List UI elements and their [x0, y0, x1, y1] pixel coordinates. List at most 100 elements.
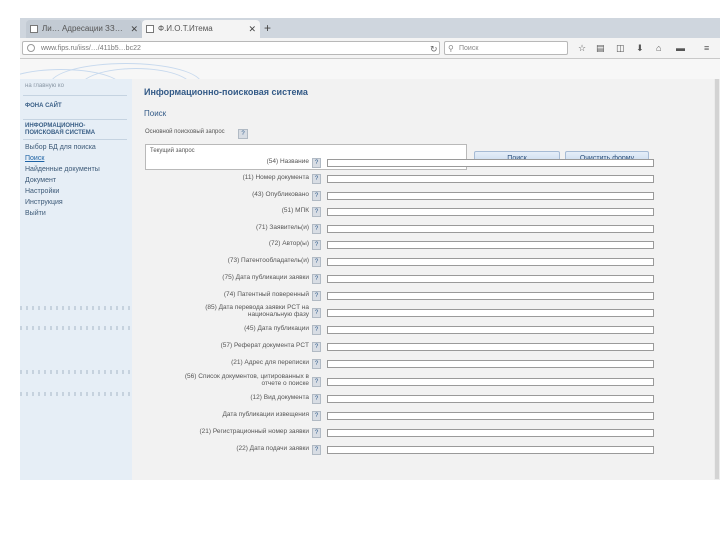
help-icon[interactable]: ? — [312, 191, 321, 201]
field-input[interactable] — [327, 309, 654, 317]
sidebar-section-ips-line1[interactable]: ИНФОРМАЦИОННО- — [25, 123, 85, 130]
scrollbar[interactable] — [714, 79, 720, 480]
tab-strip: Ли… Адресации ЗЗ… ✕ Ф.И.О.Т.Итема ✕ + — [20, 18, 720, 38]
decorative-dots — [20, 326, 132, 330]
help-icon[interactable]: ? — [312, 411, 321, 421]
sidebar-section-ips-line2[interactable]: ПОИСКОВАЯ СИСТЕМА — [25, 130, 95, 137]
field-label: (73) Патентообладатель(и) — [228, 257, 309, 264]
page-title: Информационно-поисковая система — [144, 87, 308, 97]
field-input[interactable] — [327, 241, 654, 249]
field-input[interactable] — [327, 275, 654, 283]
help-icon[interactable]: ? — [312, 257, 321, 267]
field-label: отчете о поиске — [261, 380, 309, 387]
help-icon[interactable]: ? — [312, 445, 321, 455]
sidebar-item-search[interactable]: Поиск — [25, 154, 44, 163]
pocket-icon[interactable]: ◫ — [616, 42, 625, 54]
home-link[interactable]: на главную ко — [25, 83, 64, 89]
navigation-bar: www.fips.ru/iiss/…/411b5…bc22 ↻ ⚲ Поиск … — [20, 38, 720, 59]
help-icon[interactable]: ? — [312, 308, 321, 318]
url-text: www.fips.ru/iiss/…/411b5…bc22 — [41, 45, 141, 52]
field-input[interactable] — [327, 258, 654, 266]
field-input[interactable] — [327, 175, 654, 183]
field-input[interactable] — [327, 446, 654, 454]
sidebar-item-logout[interactable]: Выйти — [25, 209, 46, 218]
tab-label: Ли… Адресации ЗЗ… — [42, 24, 123, 33]
scrollbar-thumb[interactable] — [715, 79, 719, 479]
field-label: (57) Реферат документа PCT — [221, 342, 309, 349]
plus-icon[interactable]: + — [264, 19, 271, 37]
help-icon[interactable]: ? — [312, 428, 321, 438]
download-icon[interactable]: ⬇ — [636, 42, 644, 54]
field-input[interactable] — [327, 378, 654, 386]
decorative-dots — [20, 306, 132, 310]
divider — [23, 139, 127, 140]
help-icon[interactable]: ? — [312, 274, 321, 284]
search-icon: ⚲ — [448, 42, 454, 56]
decorative-dots — [20, 370, 132, 374]
field-input[interactable] — [327, 159, 654, 167]
field-label: (43) Опубликовано — [252, 191, 309, 198]
field-label: (21) Адрес для переписки — [231, 359, 309, 366]
field-label: (51) МПК — [282, 207, 309, 214]
url-bar[interactable]: www.fips.ru/iiss/…/411b5…bc22 ↻ — [22, 41, 440, 55]
help-icon[interactable]: ? — [312, 325, 321, 335]
field-label: (11) Номер документа — [243, 174, 309, 181]
sidebar-item-document[interactable]: Документ — [25, 176, 56, 185]
field-input[interactable] — [327, 208, 654, 216]
field-input[interactable] — [327, 412, 654, 420]
site-banner — [20, 59, 720, 79]
field-input[interactable] — [327, 225, 654, 233]
field-input[interactable] — [327, 343, 654, 351]
chat-icon[interactable]: ▬ — [676, 42, 685, 54]
search-placeholder: Поиск — [459, 45, 478, 52]
help-icon[interactable]: ? — [312, 377, 321, 387]
page-icon — [30, 25, 38, 33]
field-label: (54) Название — [267, 158, 309, 165]
page-subtitle: Поиск — [144, 109, 166, 118]
field-label: (45) Дата публикации — [244, 325, 309, 332]
help-icon[interactable]: ? — [312, 174, 321, 184]
sidebar-section-site[interactable]: ФОНА САЙТ — [25, 103, 62, 110]
sidebar-item-select-db[interactable]: Выбор БД для поиска — [25, 143, 96, 152]
field-input[interactable] — [327, 326, 654, 334]
field-label: национальную фазу — [248, 311, 309, 318]
info-icon[interactable] — [27, 44, 35, 52]
field-label: (74) Патентный поверенный — [224, 291, 309, 298]
field-label: (21) Регистрационный номер заявки — [200, 428, 310, 435]
help-icon[interactable]: ? — [312, 207, 321, 217]
help-icon[interactable]: ? — [312, 158, 321, 168]
help-icon[interactable]: ? — [238, 129, 248, 139]
field-label: (85) Дата перевода заявки PCT на — [205, 304, 309, 311]
search-input[interactable]: ⚲ Поиск — [444, 41, 568, 55]
field-label: (71) Заявитель(и) — [256, 224, 309, 231]
close-icon[interactable]: ✕ — [130, 20, 138, 38]
sidebar-item-found-docs[interactable]: Найденные документы — [25, 165, 100, 174]
field-label: (56) Список документов, цитированных в — [185, 373, 309, 380]
field-label: (75) Дата публикации заявки — [222, 274, 309, 281]
close-icon[interactable]: ✕ — [248, 20, 256, 38]
field-input[interactable] — [327, 192, 654, 200]
help-icon[interactable]: ? — [312, 394, 321, 404]
menu-icon[interactable]: ≡ — [704, 42, 709, 54]
tab-active[interactable]: Ф.И.О.Т.Итема ✕ — [142, 20, 260, 38]
help-icon[interactable]: ? — [312, 359, 321, 369]
home-icon[interactable]: ⌂ — [656, 42, 661, 54]
field-label: (12) Вид документа — [250, 394, 309, 401]
decorative-dots — [20, 392, 132, 396]
field-input[interactable] — [327, 360, 654, 368]
bookmark-icon[interactable]: ▤ — [596, 42, 605, 54]
help-icon[interactable]: ? — [312, 224, 321, 234]
help-icon[interactable]: ? — [312, 342, 321, 352]
field-input[interactable] — [327, 395, 654, 403]
sidebar-item-settings[interactable]: Настройки — [25, 187, 59, 196]
sidebar: на главную ко ФОНА САЙТ ИНФОРМАЦИОННО- П… — [20, 79, 132, 480]
sidebar-item-instructions[interactable]: Инструкция — [25, 198, 63, 207]
field-input[interactable] — [327, 292, 654, 300]
reload-icon[interactable]: ↻ — [430, 42, 438, 56]
tab-label: Ф.И.О.Т.Итема — [158, 24, 213, 33]
star-icon[interactable]: ☆ — [578, 42, 586, 54]
field-input[interactable] — [327, 429, 654, 437]
tab-inactive[interactable]: Ли… Адресации ЗЗ… ✕ — [26, 20, 142, 38]
help-icon[interactable]: ? — [312, 240, 321, 250]
help-icon[interactable]: ? — [312, 291, 321, 301]
